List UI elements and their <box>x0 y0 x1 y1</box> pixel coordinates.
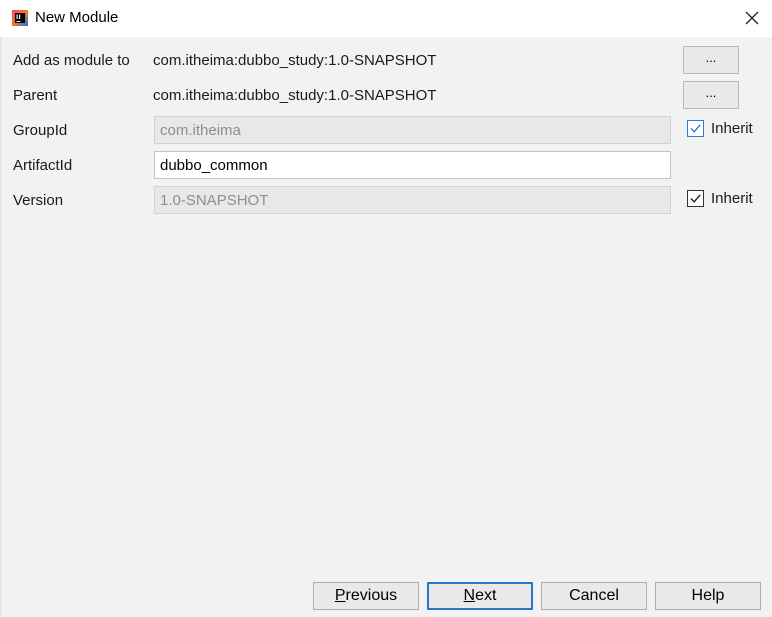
title-bar: New Module <box>0 0 772 37</box>
intellij-idea-icon <box>12 10 28 26</box>
parent-browse-button[interactable]: ... <box>683 81 739 109</box>
close-button[interactable] <box>738 4 766 32</box>
parent-value: com.itheima:dubbo_study:1.0-SNAPSHOT <box>153 87 437 104</box>
window-title: New Module <box>35 9 119 26</box>
close-icon <box>745 11 759 25</box>
groupid-label: GroupId <box>13 122 68 139</box>
groupid-field[interactable] <box>154 116 671 144</box>
checkbox-box[interactable] <box>687 120 704 137</box>
artifactid-field[interactable] <box>154 151 671 179</box>
checkmark-icon <box>690 124 701 133</box>
previous-button[interactable]: Previous <box>313 582 419 610</box>
version-label: Version <box>13 192 64 209</box>
artifactid-label: ArtifactId <box>13 157 73 174</box>
groupid-inherit-checkbox[interactable]: Inherit <box>687 120 753 137</box>
next-mnemonic: N <box>463 587 476 604</box>
left-border <box>0 37 2 617</box>
version-inherit-label: Inherit <box>711 190 753 207</box>
previous-label-rest: revious <box>345 587 398 604</box>
help-button[interactable]: Help <box>655 582 761 610</box>
groupid-inherit-label: Inherit <box>711 120 753 137</box>
checkmark-icon <box>690 194 701 203</box>
cancel-button[interactable]: Cancel <box>541 582 647 610</box>
previous-mnemonic: P <box>334 587 346 604</box>
version-inherit-checkbox[interactable]: Inherit <box>687 190 753 207</box>
next-button[interactable]: Next <box>427 582 533 610</box>
next-label-rest: ext <box>475 587 497 604</box>
parent-label: Parent <box>13 87 58 104</box>
version-field[interactable] <box>154 186 671 214</box>
add-as-module-browse-button[interactable]: ... <box>683 46 739 74</box>
checkbox-box[interactable] <box>687 190 704 207</box>
add-as-module-label: Add as module to <box>13 52 130 69</box>
add-as-module-value: com.itheima:dubbo_study:1.0-SNAPSHOT <box>153 52 437 69</box>
